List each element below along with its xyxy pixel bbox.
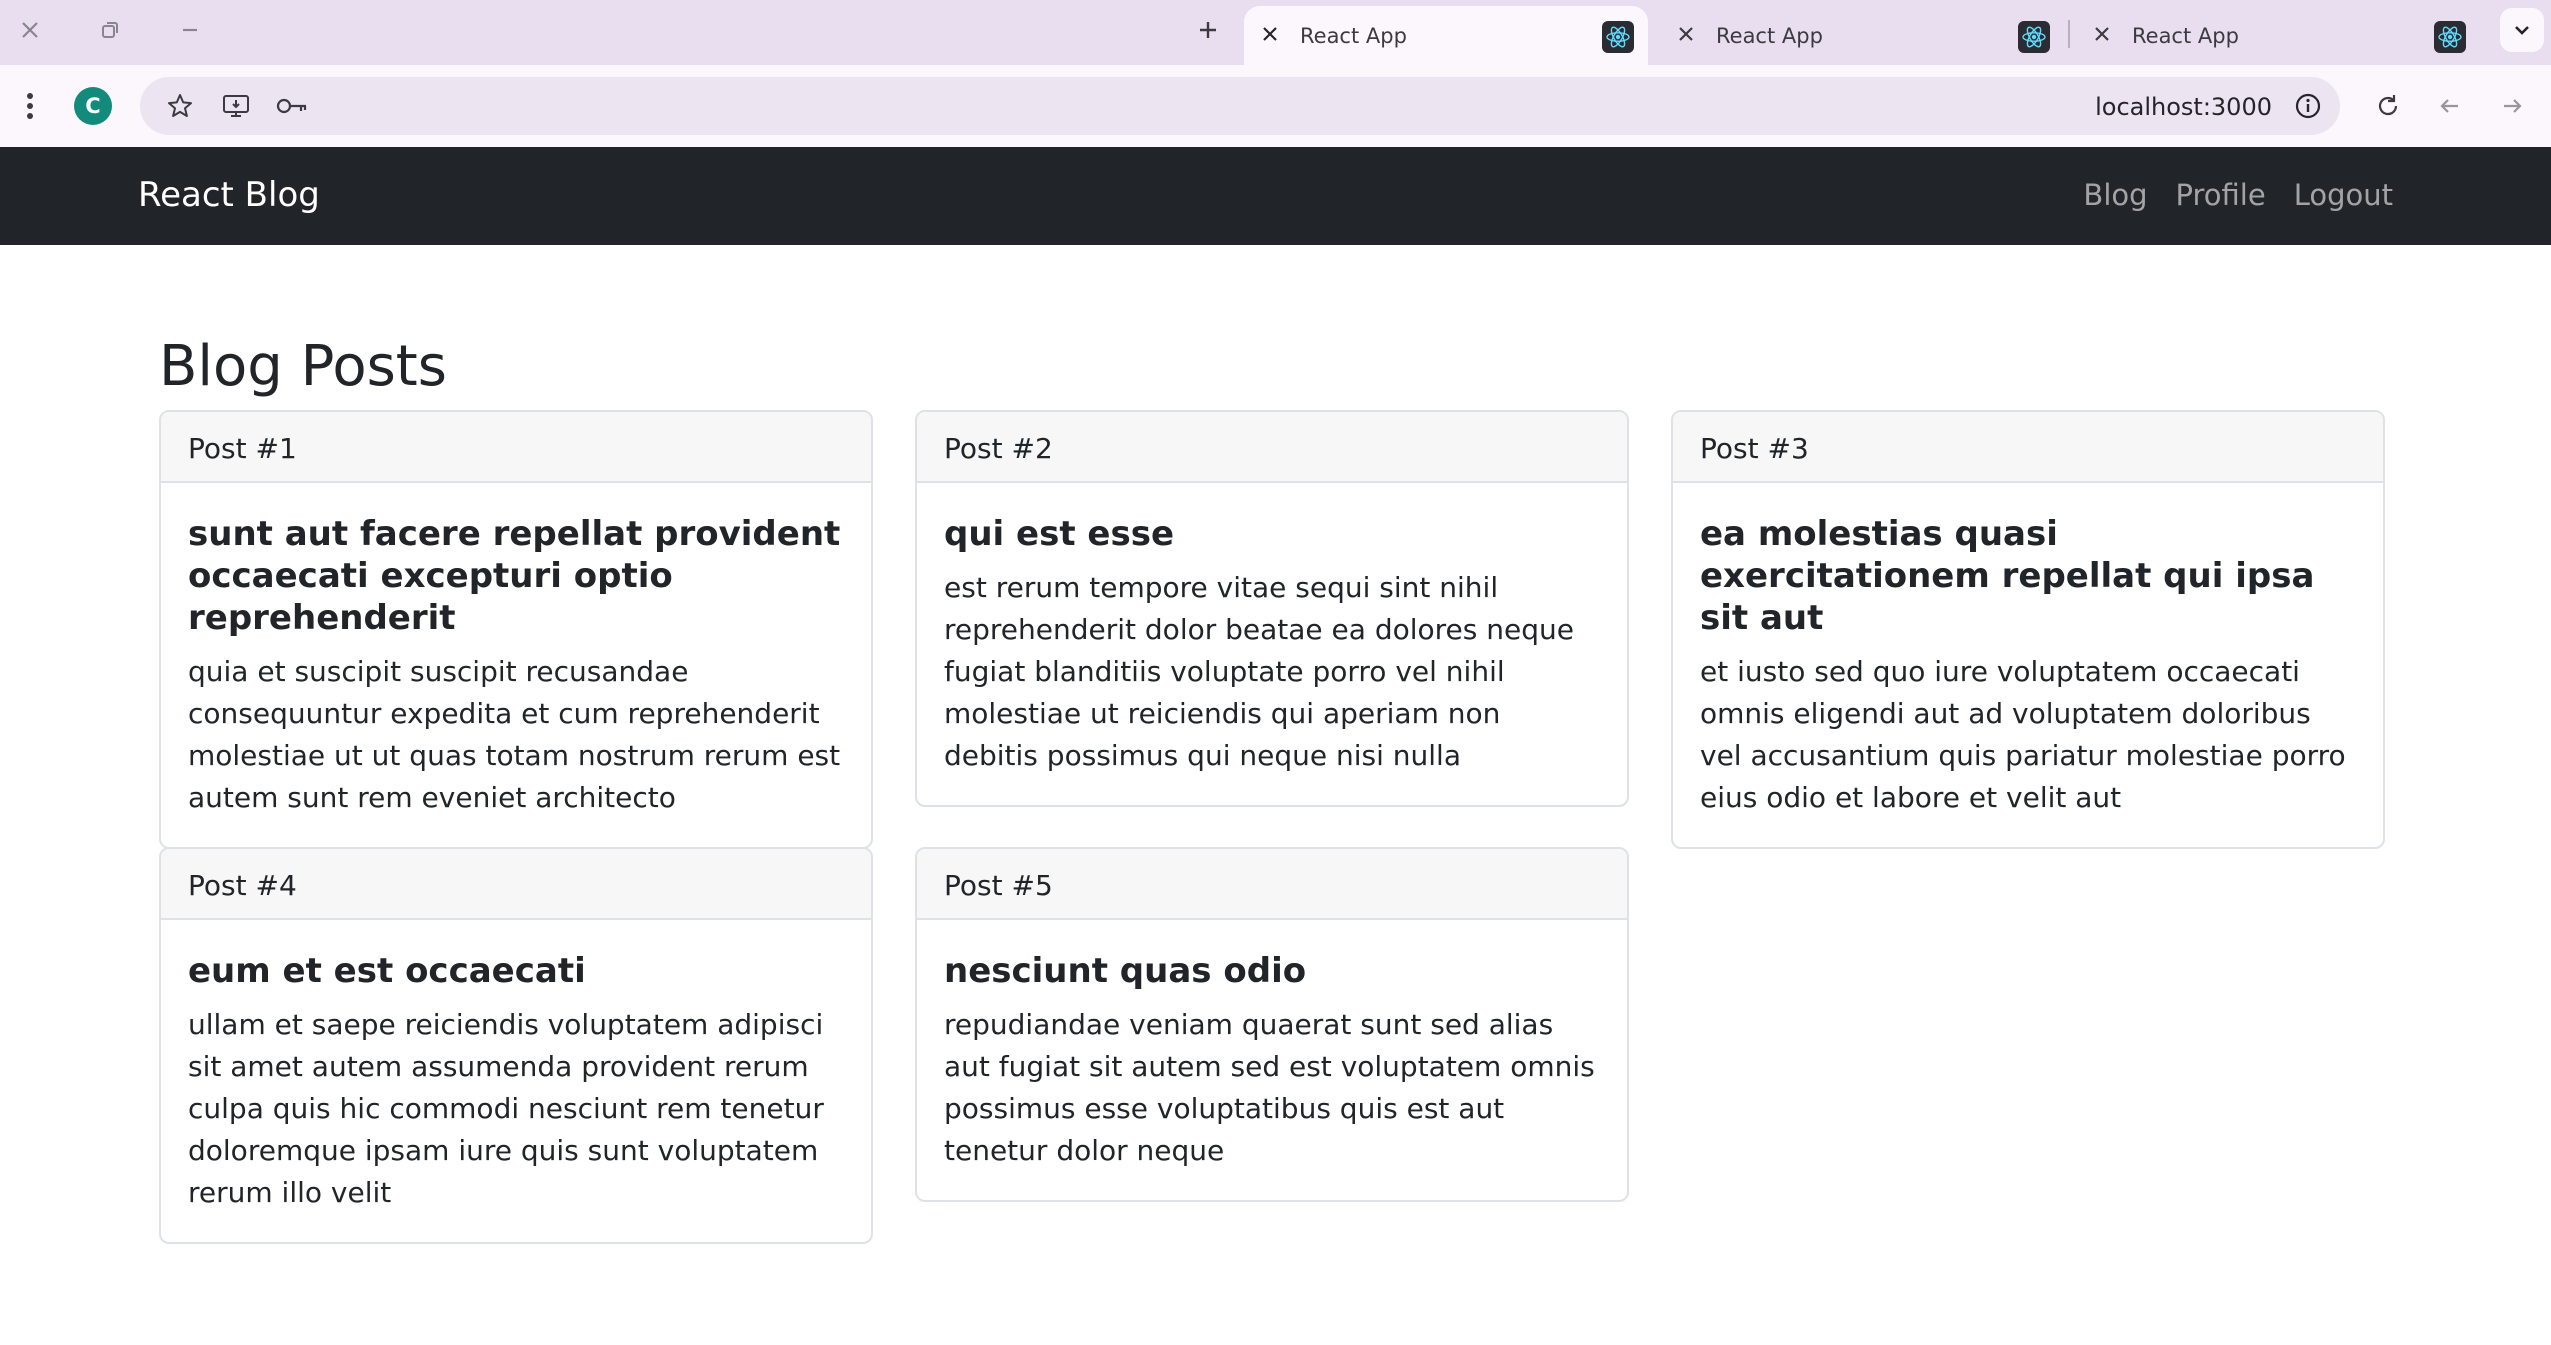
tab-close-icon[interactable] <box>2090 22 2114 46</box>
post-body: et iusto sed quo iure voluptatem occaeca… <box>1700 655 2346 814</box>
post-card-body: ea molestias quasi exercitationem repell… <box>1673 483 2383 847</box>
back-arrow-icon[interactable] <box>2430 86 2470 126</box>
navbar-links: Blog Profile Logout <box>2083 178 2393 212</box>
post-title: eum et est occaecati <box>188 951 586 991</box>
browser-tab-1[interactable]: React App <box>1244 6 1648 65</box>
browser-tab-strip: React App React App React App <box>0 0 2551 65</box>
nav-link-blog[interactable]: Blog <box>2083 178 2147 212</box>
new-tab-button[interactable] <box>1190 12 1226 48</box>
post-card: Post #4 eum et est occaecati ullam et sa… <box>159 847 873 1244</box>
nav-link-logout[interactable]: Logout <box>2294 178 2393 212</box>
post-card-header: Post #1 <box>161 412 871 483</box>
post-body: est rerum tempore vitae sequi sint nihil… <box>944 571 1574 772</box>
url-text[interactable]: localhost:3000 <box>2095 93 2272 121</box>
browser-toolbar: C localhost:3000 <box>0 65 2551 147</box>
post-title: nesciunt quas odio <box>944 951 1307 991</box>
window-restore-icon[interactable] <box>92 12 128 48</box>
site-info-icon[interactable] <box>2290 88 2326 124</box>
post-title: qui est esse <box>944 514 1175 554</box>
post-card-body: sunt aut facere repellat provident occae… <box>161 483 871 847</box>
address-bar[interactable]: localhost:3000 <box>140 77 2340 135</box>
tab-title: React App <box>1300 24 1407 48</box>
navbar-brand[interactable]: React Blog <box>138 175 320 215</box>
tab-separator <box>2068 20 2070 48</box>
post-body: repudiandae veniam quaerat sunt sed alia… <box>944 1008 1595 1167</box>
post-card: Post #5 nesciunt quas odio repudiandae v… <box>915 847 1629 1202</box>
window-minimize-icon[interactable] <box>172 12 208 48</box>
post-card-body: nesciunt quas odio repudiandae veniam qu… <box>917 920 1627 1200</box>
password-key-icon[interactable] <box>272 86 312 126</box>
tab-title: React App <box>1716 24 1823 48</box>
tab-title: React App <box>2132 24 2239 48</box>
browser-tab-2[interactable]: React App <box>1660 6 2064 65</box>
post-card-body: eum et est occaecati ullam et saepe reic… <box>161 920 871 1242</box>
profile-avatar[interactable]: C <box>74 87 112 125</box>
reload-icon[interactable] <box>2368 86 2408 126</box>
react-favicon-icon <box>1602 21 1634 53</box>
tab-close-icon[interactable] <box>1258 22 1282 46</box>
post-title: sunt aut facere repellat provident occae… <box>188 514 841 638</box>
post-card-header: Post #4 <box>161 849 871 920</box>
post-body: quia et suscipit suscipit recusandae con… <box>188 655 841 814</box>
app-navbar: React Blog Blog Profile Logout <box>0 147 2551 245</box>
post-card: Post #2 qui est esse est rerum tempore v… <box>915 410 1629 807</box>
post-card: Post #1 sunt aut facere repellat provide… <box>159 410 873 849</box>
browser-tab-3[interactable]: React App <box>2076 6 2480 65</box>
star-bookmark-icon[interactable] <box>160 86 200 126</box>
menu-kebab-icon[interactable] <box>10 86 50 126</box>
tab-search-button[interactable] <box>2500 8 2544 52</box>
nav-link-profile[interactable]: Profile <box>2176 178 2266 212</box>
chevron-down-icon <box>2515 26 2529 35</box>
post-card: Post #3 ea molestias quasi exercitatione… <box>1671 410 2385 849</box>
post-card-header: Post #5 <box>917 849 1627 920</box>
tab-close-icon[interactable] <box>1674 22 1698 46</box>
react-favicon-icon <box>2434 21 2466 53</box>
post-body: ullam et saepe reiciendis voluptatem adi… <box>188 1008 824 1209</box>
post-title: ea molestias quasi exercitationem repell… <box>1700 514 2315 638</box>
install-app-icon[interactable] <box>216 86 256 126</box>
post-card-header: Post #3 <box>1673 412 2383 483</box>
post-card-body: qui est esse est rerum tempore vitae seq… <box>917 483 1627 805</box>
forward-arrow-icon[interactable] <box>2492 86 2532 126</box>
window-close-icon[interactable] <box>12 12 48 48</box>
post-card-header: Post #2 <box>917 412 1627 483</box>
react-favicon-icon <box>2018 21 2050 53</box>
page-title: Blog Posts <box>159 334 447 399</box>
